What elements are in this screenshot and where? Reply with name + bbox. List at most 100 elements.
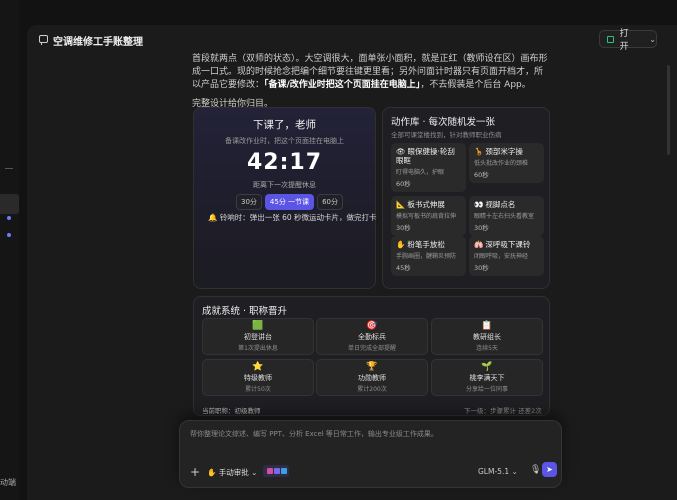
achievements-title: 成就系统 · 职称晋升 xyxy=(202,306,288,317)
action-name: 粉笔手放松 xyxy=(407,240,445,249)
next-rank: 下一级：步骤累计 还差2次 xyxy=(464,407,542,415)
approval-mode-label: 手动审批 xyxy=(218,468,249,477)
interval-option-60[interactable]: 60分 xyxy=(317,194,343,210)
action-item[interactable]: 👀 视脚点名 眼睛十左右扫头看教室 30秒 xyxy=(469,196,544,236)
timer-title: 下课了，老师 xyxy=(253,119,316,131)
achievement-desc: 单日完成全部提醒 xyxy=(347,345,396,352)
action-library-title: 动作库 · 每次随机发一张 xyxy=(391,117,496,128)
lungs-icon: 🫁 xyxy=(474,240,484,249)
action-name: 深呼吸下课铃 xyxy=(485,240,531,249)
open-button-label: 打开 xyxy=(619,29,629,52)
action-desc: 眼睛十左右扫头看教室 xyxy=(474,213,535,220)
action-library-card: 动作库 · 每次随机发一张 全部可课堂楼找到，针对教师职业伤病 👁 眼保健操·轮刮… xyxy=(382,107,550,289)
send-button[interactable]: ➤ xyxy=(542,462,557,477)
bell-icon: 🔔 xyxy=(208,213,218,222)
eyes-icon: 👀 xyxy=(474,200,484,209)
action-item[interactable]: 🫁 深呼吸下课铃 闭眼呼吸，安抚神经 30秒 xyxy=(469,236,544,276)
action-duration: 60秒 xyxy=(396,180,411,188)
eye-icon: 👁 xyxy=(396,147,406,156)
interval-selector: 30分 45分 一节课 60分 xyxy=(236,194,343,210)
target-icon: 🎯 xyxy=(366,321,378,331)
tools-button[interactable] xyxy=(263,465,289,477)
action-duration: 60秒 xyxy=(474,171,489,179)
chat-doc-icon xyxy=(39,35,48,45)
action-item[interactable]: 👁 眼保健操·轮刮眼眶 盯得电脑久，护眼 60秒 xyxy=(391,143,466,192)
green-square-icon: 🟩 xyxy=(252,321,264,331)
interval-option-30[interactable]: 30分 xyxy=(236,194,262,210)
countdown-clock: 42:17 xyxy=(246,150,323,175)
add-attachment-button[interactable]: + xyxy=(190,465,200,479)
achievement-desc: 第1次提出休息 xyxy=(238,345,278,352)
doc-tool-icon xyxy=(274,468,280,474)
achievement-desc: 分享给一位同事 xyxy=(465,386,508,393)
achievement-name: 初登讲台 xyxy=(244,333,272,341)
model-selector[interactable]: GLM-5.1 ⌄ xyxy=(478,467,518,476)
window-title: 空调维修工手账整理 xyxy=(53,37,143,48)
image-tool-icon xyxy=(267,468,273,474)
action-desc: 低头批改作业的颈椎 xyxy=(474,160,529,167)
scrollbar[interactable] xyxy=(667,65,670,155)
neck-icon: 🦒 xyxy=(474,147,484,156)
achievement-item[interactable]: 🟩 初登讲台 第1次提出休息 xyxy=(202,318,314,355)
approval-mode-selector[interactable]: ✋ 手动审批 ⌄ xyxy=(207,467,257,478)
bell-text: 铃响时：弹出一张 60 秒微运动卡片，做完打卡 xyxy=(219,213,377,222)
bell-note: 🔔 铃响时：弹出一张 60 秒微运动卡片，做完打卡 xyxy=(208,212,377,223)
achievement-desc: 累计200次 xyxy=(357,386,387,393)
chevron-down-icon: ⌄ xyxy=(251,468,258,477)
action-name: 板书式伸展 xyxy=(407,200,445,209)
rail-bottom-label[interactable]: 动端 xyxy=(0,477,19,488)
main-panel: 空调维修工手账整理 打开 ⌄ 首段就两点（双师的状态）。大空调很大，面单张小面积… xyxy=(27,25,677,500)
achievement-desc: 连续5天 xyxy=(476,345,498,352)
achievement-name: 全勤标兵 xyxy=(358,333,386,341)
interval-option-45[interactable]: 45分 一节课 xyxy=(264,194,315,210)
achievement-name: 教研组长 xyxy=(473,333,501,341)
rail-item-active[interactable] xyxy=(0,194,19,214)
action-duration: 30秒 xyxy=(396,224,411,232)
achievement-item[interactable]: 🌱 桃李满天下 分享给一位同事 xyxy=(431,359,543,396)
rail-divider xyxy=(5,168,13,169)
action-desc: 盯得电脑久，护眼 xyxy=(396,169,445,176)
ruler-icon: 📐 xyxy=(396,200,406,209)
intro-line: ，不去假装是个后台 App。 xyxy=(420,80,531,90)
action-item[interactable]: 🦒 颈部米字操 低头批改作业的颈椎 60秒 xyxy=(469,143,544,183)
achievement-name: 特级教师 xyxy=(244,374,272,382)
action-item[interactable]: 📐 板书式伸展 模拟写板书的肩背拉伸 30秒 xyxy=(391,196,466,236)
chat-composer[interactable]: 帮你整理论文综述、编写 PPT、分析 Excel 等日常工作，输出专业级工作成果… xyxy=(179,420,562,488)
achievement-name: 功勋教师 xyxy=(358,374,386,382)
star-icon: ⭐ xyxy=(252,362,264,372)
left-rail: 动端 xyxy=(0,0,19,500)
composer-input[interactable]: 帮你整理论文综述、编写 PPT、分析 Excel 等日常工作，输出专业级工作成果… xyxy=(190,429,550,439)
action-item[interactable]: ✋ 粉笔手放松 手腕画圈，腱鞘炎预防 45秒 xyxy=(391,236,466,276)
intro-paragraph: 首段就两点（双师的状态）。大空调很大，面单张小面积，就是正红（教师设在区）画布形… xyxy=(192,53,552,92)
rail-dot-indicator[interactable] xyxy=(7,233,11,237)
chevron-down-icon[interactable]: ⌄ xyxy=(649,35,656,44)
break-timer-card: 下课了，老师 备课改作业时，把这个页面挂在电脑上 42:17 距离下一次提醒休息… xyxy=(193,107,377,289)
timer-subtitle: 备课改作业时，把这个页面挂在电脑上 xyxy=(225,137,344,145)
hand-icon: ✋ xyxy=(207,468,217,477)
intro-text: 首段就两点（双师的状态）。大空调很大，面单张小面积，就是正红（教师设在区）画布形… xyxy=(192,53,552,111)
top-bar: 空调维修工手账整理 打开 ⌄ xyxy=(27,25,677,55)
rail-dot-indicator[interactable] xyxy=(7,216,11,220)
achievement-item[interactable]: 🏆 功勋教师 累计200次 xyxy=(316,359,428,396)
trophy-icon: 🏆 xyxy=(366,362,378,372)
timer-next-label: 距离下一次提醒休息 xyxy=(253,181,316,189)
seedling-icon: 🌱 xyxy=(481,362,493,372)
app-window-icon xyxy=(607,35,614,43)
action-duration: 30秒 xyxy=(474,224,489,232)
achievement-item[interactable]: 🎯 全勤标兵 单日完成全部提醒 xyxy=(316,318,428,355)
web-tool-icon xyxy=(281,468,287,474)
achievement-item[interactable]: ⭐ 特级教师 累计50次 xyxy=(202,359,314,396)
action-duration: 45秒 xyxy=(396,264,411,272)
action-name: 视脚点名 xyxy=(485,200,516,209)
achievement-name: 桃李满天下 xyxy=(469,374,505,382)
achievement-desc: 累计50次 xyxy=(245,386,271,393)
open-button[interactable]: 打开 ⌄ xyxy=(599,29,657,52)
action-duration: 30秒 xyxy=(474,264,489,272)
action-desc: 闭眼呼吸，安抚神经 xyxy=(474,253,529,260)
action-desc: 手腕画圈，腱鞘炎预防 xyxy=(396,253,457,260)
action-library-subtitle: 全部可课堂楼找到，针对教师职业伤病 xyxy=(391,131,502,139)
clipboard-icon: 📋 xyxy=(481,321,493,331)
intro-emphasis: 「备课/改作业时把这个页面挂在电脑上」 xyxy=(264,80,421,90)
achievement-item[interactable]: 📋 教研组长 连续5天 xyxy=(431,318,543,355)
microphone-icon[interactable]: 🎙 xyxy=(530,465,541,475)
